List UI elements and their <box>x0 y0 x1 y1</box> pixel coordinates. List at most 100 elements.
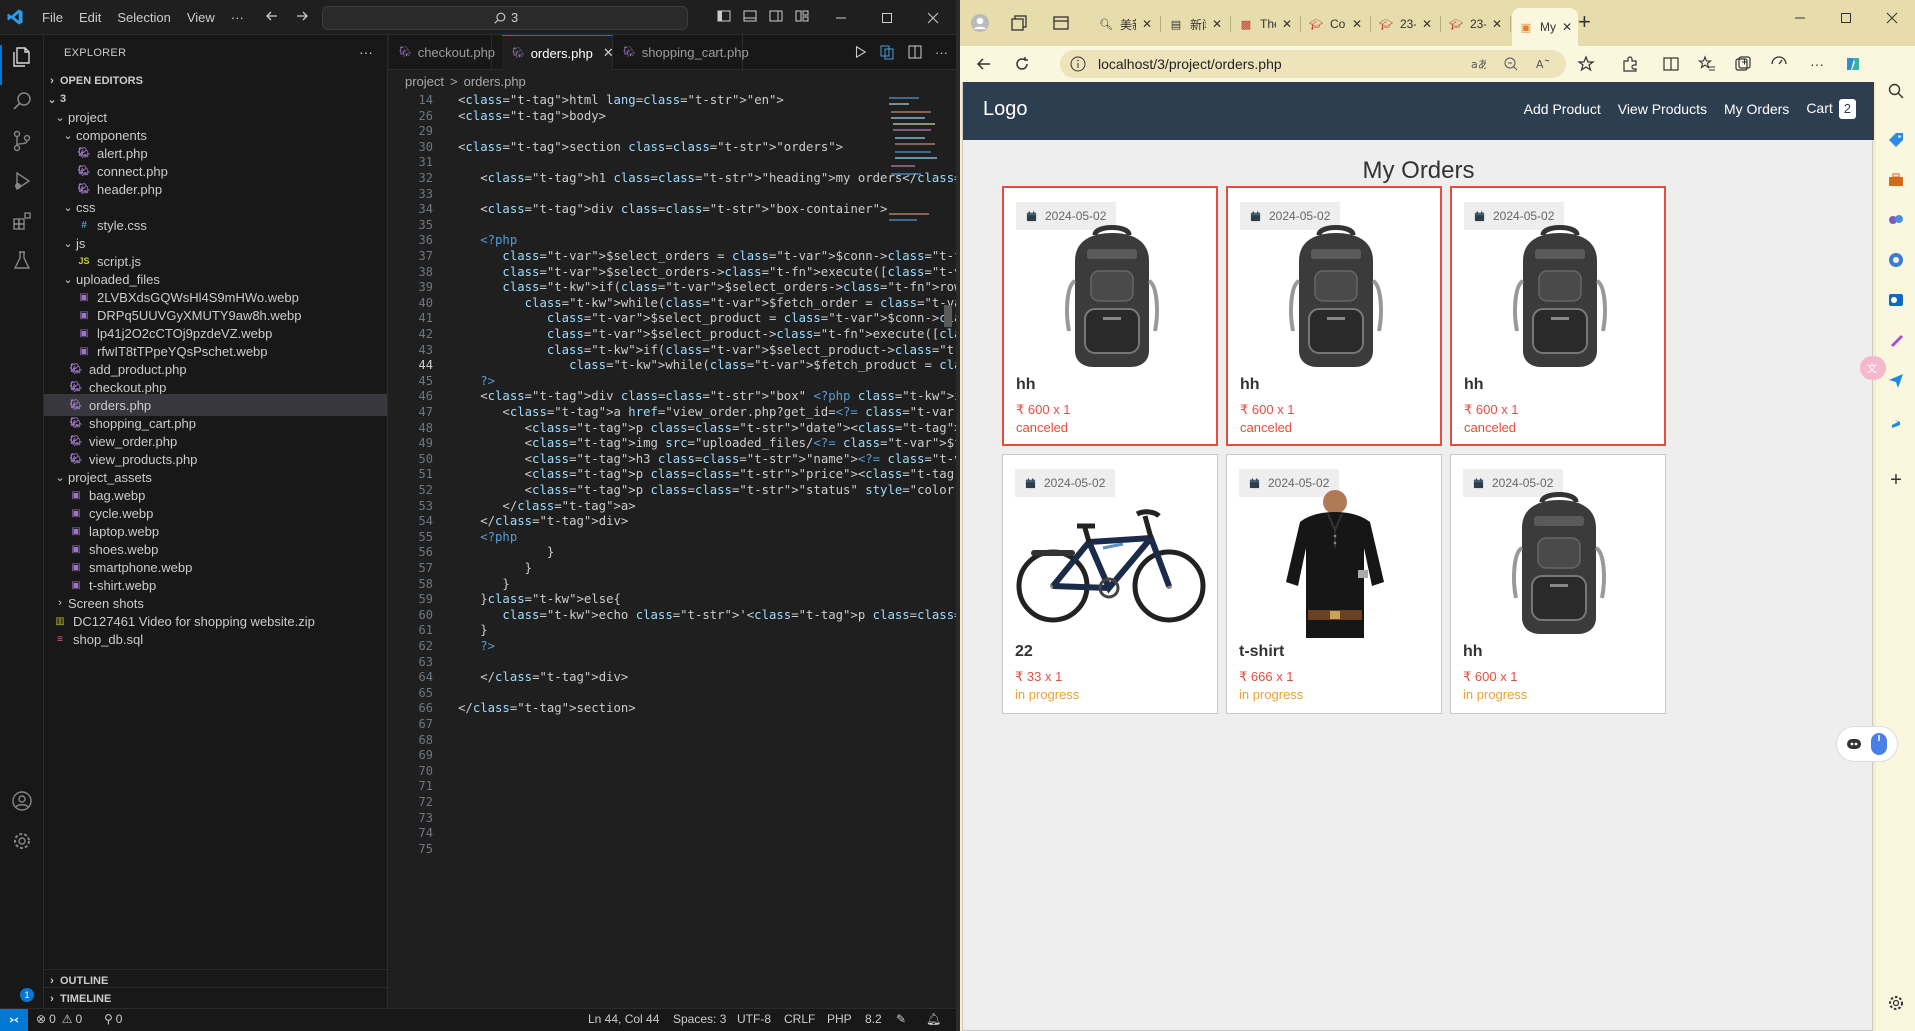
toggle-panel-icon[interactable] <box>742 8 758 24</box>
encoding[interactable]: UTF-8 <box>737 1012 771 1026</box>
timeline-section[interactable]: › TIMELINE <box>44 987 387 1009</box>
menu-view[interactable]: View <box>179 6 223 30</box>
menu-file[interactable]: File <box>34 6 71 30</box>
breadcrumb-item[interactable]: orders.php <box>464 74 526 89</box>
menu-edit[interactable]: Edit <box>71 6 109 30</box>
forward-arrow-icon[interactable] <box>294 8 310 24</box>
run-debug-icon[interactable] <box>8 167 36 195</box>
code-area[interactable]: 14 <class="t-tag">html lang=class="t-str"… <box>389 93 956 1008</box>
menu-more-icon[interactable]: ··· <box>223 6 252 30</box>
immersive-reader-icon[interactable]: A <box>1535 56 1551 72</box>
browser-tab[interactable]: ▩ The ✕ <box>1232 8 1298 40</box>
editor-tab[interactable]: 🐘︎ checkout.php <box>389 35 495 70</box>
browser-tab[interactable]: ▤ 新闻 ✕ <box>1162 8 1228 40</box>
close-tab-icon[interactable]: ✕ <box>1422 17 1432 31</box>
maximize-icon[interactable] <box>864 0 910 35</box>
run-icon[interactable] <box>853 45 867 59</box>
profile-avatar-icon[interactable] <box>970 13 990 33</box>
toggle-sidebar-icon[interactable] <box>716 8 732 24</box>
extensions-icon[interactable] <box>8 207 36 235</box>
shopping-tag-icon[interactable] <box>1886 130 1906 150</box>
editor-tab[interactable]: 🐘︎ shopping_cart.php <box>613 35 749 70</box>
order-card[interactable]: 2024-05-02 hh ₹ 600 x 1 canceled <box>1226 186 1442 446</box>
php-version[interactable]: 8.2 <box>865 1012 882 1026</box>
extensions-puzzle-icon[interactable] <box>1619 53 1641 75</box>
more-actions-icon[interactable]: ··· <box>935 45 948 60</box>
customize-layout-icon[interactable] <box>794 8 810 24</box>
close-tab-icon[interactable]: ✕ <box>1282 17 1292 31</box>
address-bar[interactable]: localhost/3/project/orders.php aあ A <box>1060 50 1566 78</box>
order-card[interactable]: 2024-05-02 hh ₹ 600 x 1 canceled <box>1450 186 1666 446</box>
editor-scrollbar[interactable] <box>941 93 955 1008</box>
command-center-search[interactable]: 3 <box>322 6 688 30</box>
source-control-icon[interactable] <box>8 127 36 155</box>
browser-tab[interactable]: 🔍︎ 美新 ✕ <box>1092 8 1158 40</box>
add-sidebar-app-icon[interactable]: + <box>1886 469 1906 491</box>
back-arrow-icon[interactable] <box>264 8 280 24</box>
ports-indicator[interactable]: ⚲ 0 <box>104 1012 122 1026</box>
workspaces-icon[interactable] <box>1010 14 1028 32</box>
floating-assistant-widget[interactable] <box>1836 726 1898 762</box>
testing-flask-icon[interactable] <box>8 247 36 275</box>
refresh-icon[interactable] <box>1011 53 1033 75</box>
site-logo[interactable]: Logo <box>983 98 1028 121</box>
order-card[interactable]: 2024-05-02 hh ₹ 600 x 1 in progress <box>1450 454 1666 714</box>
browser-tab[interactable]: ▣ My (✕ <box>1512 8 1578 46</box>
close-tab-icon[interactable]: ✕ <box>1492 17 1502 31</box>
split-screen-icon[interactable] <box>1660 53 1682 75</box>
zoom-icon[interactable] <box>1503 56 1519 72</box>
copilot-icon[interactable] <box>1842 53 1864 75</box>
remote-indicator-icon[interactable] <box>0 1009 28 1031</box>
favorites-icon[interactable] <box>1696 53 1718 75</box>
new-tab-icon[interactable]: + <box>1578 11 1591 33</box>
editor-tab[interactable]: 🐘︎ orders.php ✕ <box>502 35 614 70</box>
split-editor-icon[interactable] <box>907 44 923 60</box>
send-icon[interactable] <box>1886 370 1906 390</box>
collections-icon[interactable] <box>1732 53 1754 75</box>
sidebar-search-icon[interactable] <box>1886 81 1906 101</box>
line-ending[interactable]: CRLF <box>784 1012 815 1026</box>
close-icon[interactable] <box>1869 0 1915 35</box>
performance-icon[interactable] <box>1768 53 1790 75</box>
notifications-bell-icon[interactable]: 🔔︎ <box>926 1012 941 1026</box>
designer-icon[interactable] <box>1886 330 1906 350</box>
minimap[interactable] <box>887 93 937 293</box>
cursor-position[interactable]: Ln 44, Col 44 <box>588 1012 659 1026</box>
problems-indicator[interactable]: ⊗ 0 ⚠ 0 <box>36 1012 82 1026</box>
explorer-more-icon[interactable]: ··· <box>359 44 373 60</box>
outlook-icon[interactable] <box>1886 290 1906 310</box>
m365-icon[interactable] <box>1886 250 1906 270</box>
floating-translate-icon[interactable]: 文 <box>1860 356 1886 380</box>
search-icon[interactable] <box>8 87 36 115</box>
nav-my-orders[interactable]: My Orders <box>1724 101 1789 117</box>
browser-tab[interactable]: 🎓︎ 23-2 ✕ <box>1372 8 1438 40</box>
favorite-star-icon[interactable] <box>1575 53 1597 75</box>
close-tab-icon[interactable]: ✕ <box>1212 17 1222 31</box>
nav-add-product[interactable]: Add Product <box>1524 101 1601 117</box>
scroll-thumb[interactable] <box>944 305 952 327</box>
explorer-icon[interactable] <box>8 43 36 71</box>
order-card[interactable]: 2024-05-02 t-shirt ₹ 666 x 1 in progress <box>1226 454 1442 714</box>
close-tab-icon[interactable]: ✕ <box>1352 17 1362 31</box>
settings-more-icon[interactable]: ··· <box>1806 53 1828 75</box>
file-item[interactable]: ≡ shop_db.sql <box>44 628 387 650</box>
indentation[interactable]: Spaces: 3 <box>673 1012 726 1026</box>
close-icon[interactable] <box>910 0 956 35</box>
accounts-icon[interactable] <box>8 787 36 815</box>
order-card[interactable]: 2024-05-02 hh ₹ 600 x 1 canceled <box>1002 186 1218 446</box>
sidebar-settings-gear-icon[interactable] <box>1886 993 1906 1013</box>
bing-icon[interactable] <box>1886 410 1906 430</box>
minimize-icon[interactable] <box>1777 0 1823 35</box>
read-aloud-icon[interactable]: aあ <box>1470 56 1486 72</box>
browser-tab[interactable]: 🎓︎ Cou ✕ <box>1302 8 1368 40</box>
tools-briefcase-icon[interactable] <box>1886 170 1906 190</box>
nav-view-products[interactable]: View Products <box>1618 101 1707 117</box>
close-tab-icon[interactable]: ✕ <box>1562 20 1572 34</box>
toggle-secondary-sidebar-icon[interactable] <box>768 8 784 24</box>
site-info-icon[interactable] <box>1070 56 1086 72</box>
order-card[interactable]: 2024-05-02 22 ₹ 33 x 1 in progress <box>1002 454 1218 714</box>
maximize-icon[interactable] <box>1823 0 1869 35</box>
back-icon[interactable] <box>973 53 995 75</box>
menu-selection[interactable]: Selection <box>109 6 178 30</box>
breadcrumb-item[interactable]: project <box>405 74 444 89</box>
